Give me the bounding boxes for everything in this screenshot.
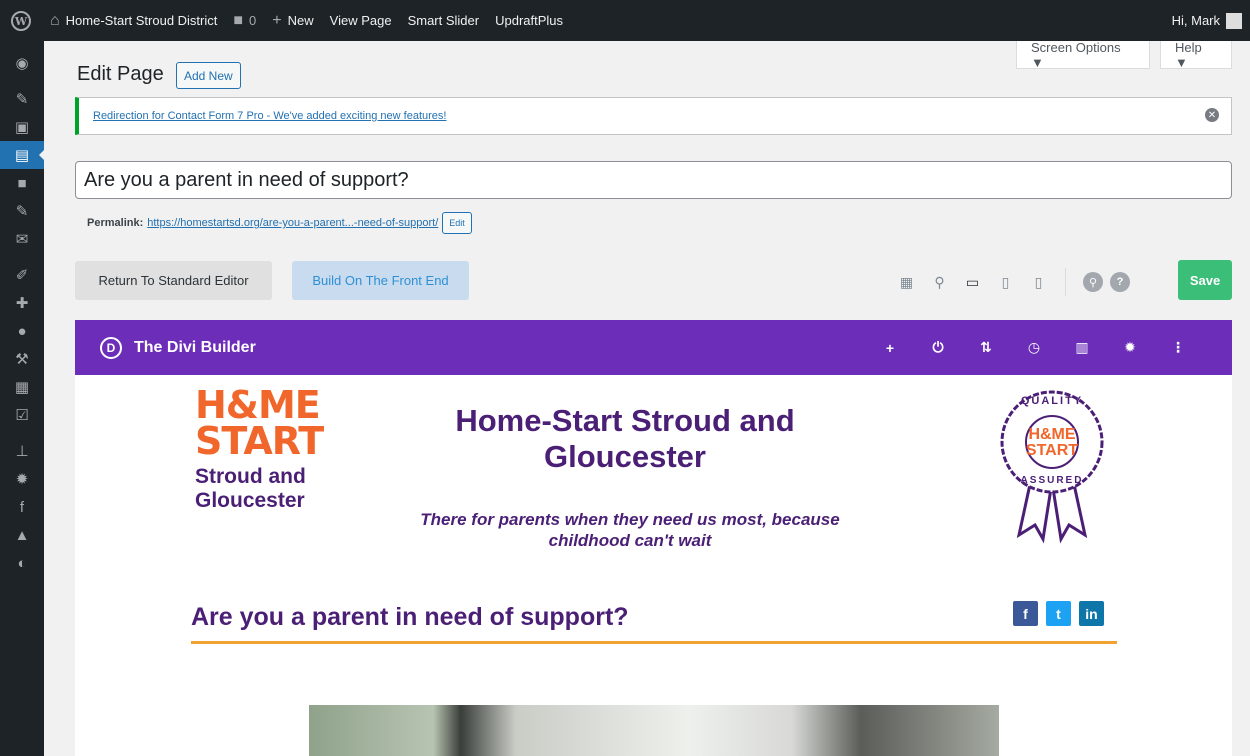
comments-icon[interactable]: ■	[0, 169, 44, 197]
smart-slider-link[interactable]: Smart Slider	[400, 0, 488, 41]
build-front-end-button[interactable]: Build On The Front End	[292, 261, 469, 300]
desktop-view-icon[interactable]: ▭	[956, 274, 989, 291]
history-icon[interactable]: ◷	[1010, 339, 1058, 356]
view-page-link[interactable]: View Page	[322, 0, 400, 41]
dismiss-icon[interactable]: ✕	[1205, 108, 1219, 122]
notice-link[interactable]: Redirection for Contact Form 7 Pro - We'…	[93, 110, 446, 122]
view-mode-toolbar: ▦ ⚲ ▭ ▯ ▯ ⚲ ?	[890, 268, 1130, 296]
help-button[interactable]: Help ▼	[1160, 40, 1232, 70]
facebook-icon[interactable]: f	[0, 493, 44, 521]
greeting: Hi, Mark	[1171, 13, 1220, 28]
twitter-share-icon[interactable]: t	[1046, 601, 1071, 626]
new-label: New	[287, 13, 314, 28]
mail-icon[interactable]: ✉	[0, 225, 44, 253]
wireframe-view-icon[interactable]: ▦	[890, 274, 923, 291]
linkedin-share-icon[interactable]: in	[1079, 601, 1104, 626]
site-name: Home-Start Stroud District	[65, 13, 218, 28]
permalink-edit-button[interactable]: Edit	[442, 212, 472, 234]
logo-subtitle: Stroud and Gloucester	[195, 465, 306, 512]
comment-icon: ■	[233, 11, 244, 29]
pages-icon[interactable]: ▤	[0, 141, 45, 169]
media-icon[interactable]: ▣	[0, 113, 44, 141]
admin-notice: Redirection for Contact Form 7 Pro - We'…	[75, 97, 1232, 135]
screen-options-button[interactable]: Screen Options ▼	[1016, 40, 1150, 70]
save-button[interactable]: Save	[1178, 260, 1232, 300]
appearance-icon[interactable]: ✐	[0, 261, 44, 289]
learn-icon[interactable]: ▲	[0, 521, 44, 549]
tagline: There for parents when they need us most…	[420, 510, 840, 550]
svg-text:W: W	[14, 15, 28, 28]
quality-assured-badge: QUALITY H&ME START ASSURED	[997, 387, 1107, 552]
tools-icon[interactable]: ⚒	[0, 345, 44, 373]
divi-logo-icon: D	[100, 336, 122, 359]
home-icon: ⌂	[50, 11, 60, 29]
add-icon[interactable]: +	[866, 340, 914, 356]
admin-bar: W ⌂ Home-Start Stroud District ■ 0 + New…	[0, 0, 1250, 41]
builder-canvas: H&ME START Stroud and Gloucester Home-St…	[75, 375, 1232, 756]
more-options-icon[interactable]: ⋮	[1154, 339, 1202, 356]
zoom-view-icon[interactable]: ⚲	[923, 274, 956, 291]
badge-top-text: QUALITY	[1020, 395, 1084, 407]
site-name-link[interactable]: ⌂ Home-Start Stroud District	[42, 0, 225, 41]
new-content-link[interactable]: + New	[264, 0, 321, 41]
avatar	[1226, 12, 1242, 29]
tablet-view-icon[interactable]: ▯	[989, 274, 1022, 291]
my-account-link[interactable]: Hi, Mark	[1164, 0, 1250, 41]
toolbar-divider	[1065, 268, 1066, 296]
sitemap-icon[interactable]: ⊥	[0, 437, 44, 465]
help-icon[interactable]: ?	[1110, 272, 1130, 292]
permalink-row: Permalink: https://homestartsd.org/are-y…	[87, 212, 472, 234]
search-icon[interactable]: ⚲	[1083, 272, 1103, 292]
section-title: Are you a parent in need of support?	[191, 603, 629, 631]
settings-icon[interactable]: ✹	[1106, 339, 1154, 356]
divi-tools: + ⏻ ⇅ ◷ ▥ ✹ ⋮	[866, 320, 1202, 375]
divi-title: The Divi Builder	[134, 338, 256, 356]
checkbox-icon[interactable]: ☑	[0, 401, 44, 429]
dashboard-icon[interactable]: ◉	[0, 49, 44, 77]
return-standard-editor-button[interactable]: Return To Standard Editor	[75, 261, 272, 300]
permalink-label: Permalink:	[87, 217, 144, 229]
phone-view-icon[interactable]: ▯	[1022, 274, 1055, 291]
permalink-url[interactable]: https://homestartsd.org/are-you-a-parent…	[147, 217, 438, 229]
divi-builder-header: D The Divi Builder + ⏻ ⇅ ◷ ▥ ✹ ⋮	[75, 320, 1232, 375]
wordpress-logo-icon[interactable]: W	[0, 0, 42, 41]
logo-line1: H&ME	[195, 383, 321, 427]
logo-line2: START	[195, 419, 324, 463]
sort-icon[interactable]: ⇅	[962, 339, 1010, 356]
add-new-button[interactable]: Add New	[176, 62, 241, 89]
posts-pin-icon[interactable]: ✎	[0, 85, 44, 113]
homestart-logo: H&ME START Stroud and Gloucester	[195, 383, 345, 513]
facebook-share-icon[interactable]: f	[1013, 601, 1038, 626]
plugins-icon[interactable]: ✚	[0, 289, 44, 317]
updraftplus-link[interactable]: UpdraftPlus	[487, 0, 571, 41]
hero-photo	[309, 705, 999, 756]
plus-icon: +	[272, 11, 282, 29]
badge-mid-2: START	[1025, 442, 1079, 459]
settings-icon[interactable]: ✹	[0, 465, 44, 493]
badge-bottom-text: ASSURED	[1020, 475, 1084, 486]
post-title-input[interactable]: Are you a parent in need of support?	[75, 161, 1232, 199]
social-icons: f t in	[1005, 601, 1104, 626]
page-title: Edit Page	[77, 63, 164, 85]
users-icon[interactable]: ●	[0, 317, 44, 345]
admin-sidebar: ◉ ✎ ▣ ▤ ■ ✎ ✉ ✐ ✚ ● ⚒ ▦ ☑ ⊥ ✹ f ▲ ◐	[0, 41, 45, 756]
badge-mid-1: H&ME	[1028, 426, 1076, 443]
title-underline	[191, 641, 1117, 644]
divi-icon[interactable]: ◐	[0, 549, 44, 577]
power-icon[interactable]: ⏻	[914, 339, 962, 356]
comments-link[interactable]: ■ 0	[225, 0, 264, 41]
pin-icon[interactable]: ✎	[0, 197, 44, 225]
comments-count: 0	[249, 13, 257, 28]
site-heading: Home-Start Stroud and Gloucester	[455, 403, 795, 474]
trash-icon[interactable]: ▥	[1058, 339, 1106, 356]
blocks-icon[interactable]: ▦	[0, 373, 44, 401]
